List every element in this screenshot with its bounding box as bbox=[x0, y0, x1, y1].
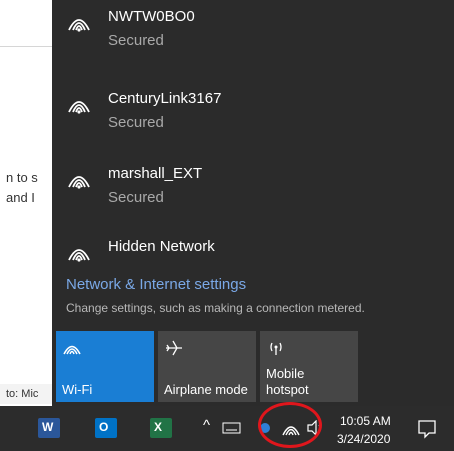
network-state: Secured bbox=[108, 114, 164, 131]
network-item-marshall-ext[interactable]: marshall_EXT Secured bbox=[52, 161, 454, 225]
network-internet-settings-link[interactable]: Network & Internet settings bbox=[66, 276, 246, 293]
network-flyout: NWTW0BO0 Secured CenturyLink3167 Secured… bbox=[52, 0, 454, 406]
highlight-circle-annotation bbox=[258, 402, 322, 448]
clock-date[interactable]: 3/24/2020 bbox=[337, 432, 390, 446]
tile-label: Mobile hotspot bbox=[266, 366, 309, 397]
network-item-centurylink3167[interactable]: CenturyLink3167 Secured bbox=[52, 86, 454, 150]
wifi-icon bbox=[63, 345, 81, 355]
document-text-line: n to s bbox=[6, 170, 38, 185]
taskbar: W O X ^ 10:05 AM 3/24/2020 bbox=[0, 406, 454, 451]
show-hidden-icons-chevron[interactable]: ^ bbox=[203, 417, 210, 434]
settings-description: Change settings, such as making a connec… bbox=[66, 301, 365, 315]
network-name: NWTW0BO0 bbox=[108, 8, 195, 25]
document-status-text: to: Mic bbox=[0, 384, 60, 404]
wifi-signal-icon bbox=[68, 101, 90, 114]
network-state: Secured bbox=[108, 32, 164, 49]
excel-icon[interactable]: X bbox=[150, 418, 172, 438]
outlook-icon[interactable]: O bbox=[95, 418, 117, 438]
mobile-hotspot-tile[interactable]: Mobile hotspot bbox=[260, 331, 358, 402]
background-document: n to s and I to: Mic bbox=[0, 0, 60, 406]
airplane-mode-tile[interactable]: Airplane mode bbox=[158, 331, 256, 402]
tile-label: Airplane mode bbox=[164, 382, 248, 397]
airplane-icon bbox=[166, 340, 182, 356]
action-center-icon[interactable] bbox=[417, 419, 437, 439]
wifi-signal-icon bbox=[68, 176, 90, 189]
document-divider bbox=[0, 46, 60, 47]
network-item-nwtw0bo0[interactable]: NWTW0BO0 Secured bbox=[52, 4, 454, 68]
network-state: Secured bbox=[108, 189, 164, 206]
wifi-signal-icon bbox=[68, 249, 90, 262]
network-name: marshall_EXT bbox=[108, 165, 203, 182]
network-name: Hidden Network bbox=[108, 238, 215, 255]
wifi-signal-icon bbox=[68, 19, 90, 32]
tile-label: Wi-Fi bbox=[62, 382, 93, 397]
word-icon[interactable]: W bbox=[38, 418, 60, 438]
clock-time[interactable]: 10:05 AM bbox=[340, 414, 391, 428]
hotspot-icon bbox=[270, 342, 282, 355]
document-text-line: and I bbox=[6, 190, 35, 205]
wifi-toggle-tile[interactable]: Wi-Fi bbox=[56, 331, 154, 402]
keyboard-icon[interactable] bbox=[222, 421, 242, 435]
network-name: CenturyLink3167 bbox=[108, 90, 222, 107]
